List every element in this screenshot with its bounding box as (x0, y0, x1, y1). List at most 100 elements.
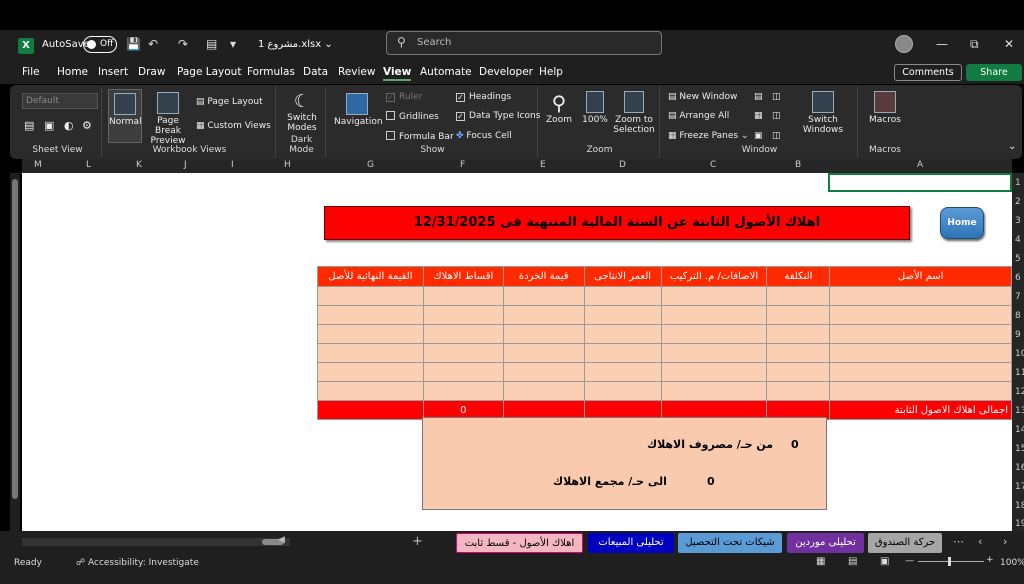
horizontal-scrollbar[interactable] (22, 538, 290, 546)
worksheet-grid[interactable]: اهلاك الأصول الثابتة عن السنة المالية ال… (22, 173, 1012, 531)
new-view-icon[interactable]: ◐ (64, 119, 74, 132)
table-cell[interactable] (660, 286, 768, 306)
undo-icon[interactable]: ↶ (148, 37, 158, 51)
table-cell[interactable] (422, 305, 504, 325)
zoom-slider[interactable] (918, 561, 984, 562)
selected-cell-a1[interactable] (828, 173, 1012, 192)
page-break-preview-button[interactable]: Page Break Preview (144, 92, 192, 146)
custom-views-button[interactable]: ▦ Custom Views (196, 121, 271, 131)
table-cell[interactable] (502, 343, 585, 363)
table-cell[interactable] (317, 400, 424, 420)
table-cell[interactable] (829, 286, 1012, 306)
row-header[interactable]: 18 (1015, 501, 1024, 511)
page-break-view-icon[interactable]: ▣ (880, 556, 889, 567)
table-cell[interactable] (317, 324, 424, 344)
menu-review[interactable]: Review (338, 66, 375, 78)
column-header[interactable]: C (710, 160, 716, 170)
more-sheets-icon[interactable]: ⋯ (953, 535, 964, 548)
gridlines-checkbox[interactable]: Gridlines (386, 111, 439, 122)
header-additions[interactable]: الاضافات/ م. التركيب (660, 266, 768, 287)
collapse-ribbon-icon[interactable]: ⌄ (1008, 141, 1016, 152)
column-header[interactable]: E (540, 160, 546, 170)
table-cell[interactable] (502, 362, 585, 382)
close-icon[interactable]: ✕ (1004, 37, 1014, 51)
redo-icon[interactable]: ↷ (178, 37, 188, 51)
table-cell[interactable] (766, 286, 831, 306)
table-cell[interactable] (829, 343, 1012, 363)
column-header[interactable]: H (284, 160, 291, 170)
sync-scroll-icon[interactable]: ◫ (772, 111, 781, 121)
zoom-in-icon[interactable]: + (986, 555, 994, 565)
menu-draw[interactable]: Draw (138, 66, 165, 78)
ruler-checkbox[interactable]: ✓ Ruler (386, 92, 422, 102)
row-header[interactable]: 19 (1015, 519, 1024, 529)
table-cell[interactable] (422, 324, 504, 344)
column-header[interactable]: M (34, 160, 42, 170)
new-window-button[interactable]: ▤ New Window (668, 92, 737, 102)
tab-checks-under-collection[interactable]: شيكات تحت التحصيل (678, 533, 782, 553)
table-cell[interactable] (317, 305, 424, 325)
scroll-left-icon[interactable]: ◀ (278, 535, 285, 545)
table-cell[interactable] (583, 343, 662, 363)
table-cell[interactable] (583, 381, 662, 401)
zoom-out-icon[interactable]: — (905, 556, 914, 566)
table-cell[interactable] (583, 305, 662, 325)
prev-sheet-icon[interactable]: ‹ (978, 535, 982, 548)
view-side-by-side-icon[interactable]: ◫ (772, 92, 781, 102)
home-button[interactable]: Home (940, 207, 984, 239)
table-cell[interactable] (583, 324, 662, 344)
table-cell[interactable] (317, 362, 424, 382)
menu-data[interactable]: Data (303, 66, 328, 78)
table-cell[interactable] (422, 343, 504, 363)
table-cell[interactable] (660, 381, 768, 401)
table-cell[interactable] (766, 381, 831, 401)
table-cell[interactable] (317, 343, 424, 363)
row-header[interactable]: 12 (1015, 387, 1024, 397)
table-cell[interactable] (502, 305, 585, 325)
column-header[interactable]: J (184, 160, 187, 170)
split-icon[interactable]: ▤ (754, 92, 763, 102)
comments-button[interactable]: Comments (894, 64, 962, 81)
table-cell[interactable] (660, 324, 768, 344)
column-header[interactable]: G (367, 160, 374, 170)
debit-value[interactable]: 0 (791, 438, 799, 451)
tab-cash-movement[interactable]: حركة الصندوق (868, 533, 942, 553)
table-cell[interactable] (317, 286, 424, 306)
next-sheet-icon[interactable]: › (1003, 535, 1007, 548)
row-header[interactable]: 15 (1015, 444, 1024, 454)
arrange-all-button[interactable]: ▤ Arrange All (668, 111, 729, 121)
account-avatar[interactable] (895, 35, 913, 53)
macros-button[interactable]: Macros (866, 91, 904, 125)
table-cell[interactable] (502, 381, 585, 401)
data-type-icons-checkbox[interactable]: ✓ Data Type Icons (456, 111, 540, 121)
menu-home[interactable]: Home (57, 66, 88, 78)
tab-supplier-analysis[interactable]: تحليلى موردين (787, 533, 864, 553)
row-header[interactable]: 1 (1015, 178, 1021, 188)
row-header[interactable]: 17 (1015, 482, 1024, 492)
menu-developer[interactable]: Developer (479, 66, 533, 78)
row-header[interactable]: 7 (1015, 292, 1021, 302)
table-cell[interactable] (766, 305, 831, 325)
row-header[interactable]: 16 (1015, 463, 1024, 473)
row-header[interactable]: 13 (1015, 406, 1024, 416)
freeze-panes-button[interactable]: ▦ Freeze Panes ⌄ (668, 131, 748, 141)
headings-checkbox[interactable]: ✓ Headings (456, 92, 511, 102)
sheet-view-dropdown[interactable]: Default (22, 93, 98, 109)
table-cell[interactable] (660, 362, 768, 382)
table-cell[interactable] (583, 362, 662, 382)
formula-bar-checkbox[interactable]: Formula Bar (386, 131, 454, 142)
header-final-value[interactable]: القيمة النهائية للأصل (317, 266, 424, 287)
table-cell[interactable] (422, 381, 504, 401)
header-asset-name[interactable]: اسم الأصل (829, 266, 1012, 287)
header-cost[interactable]: التكلفة (766, 266, 831, 287)
header-salvage-value[interactable]: قيمة الخردة (502, 266, 585, 287)
normal-view-button[interactable]: Normal (108, 89, 142, 143)
reset-position-icon[interactable]: ◫ (772, 131, 781, 141)
search-box[interactable]: ⚲ Search (386, 31, 662, 55)
table-cell[interactable] (766, 324, 831, 344)
navigation-button[interactable]: Navigation (334, 93, 383, 127)
table-cell[interactable] (829, 305, 1012, 325)
menu-help[interactable]: Help (539, 66, 563, 78)
hide-icon[interactable]: ▦ (754, 111, 763, 121)
accessibility-status[interactable]: ☍ Accessibility: Investigate (76, 558, 199, 568)
